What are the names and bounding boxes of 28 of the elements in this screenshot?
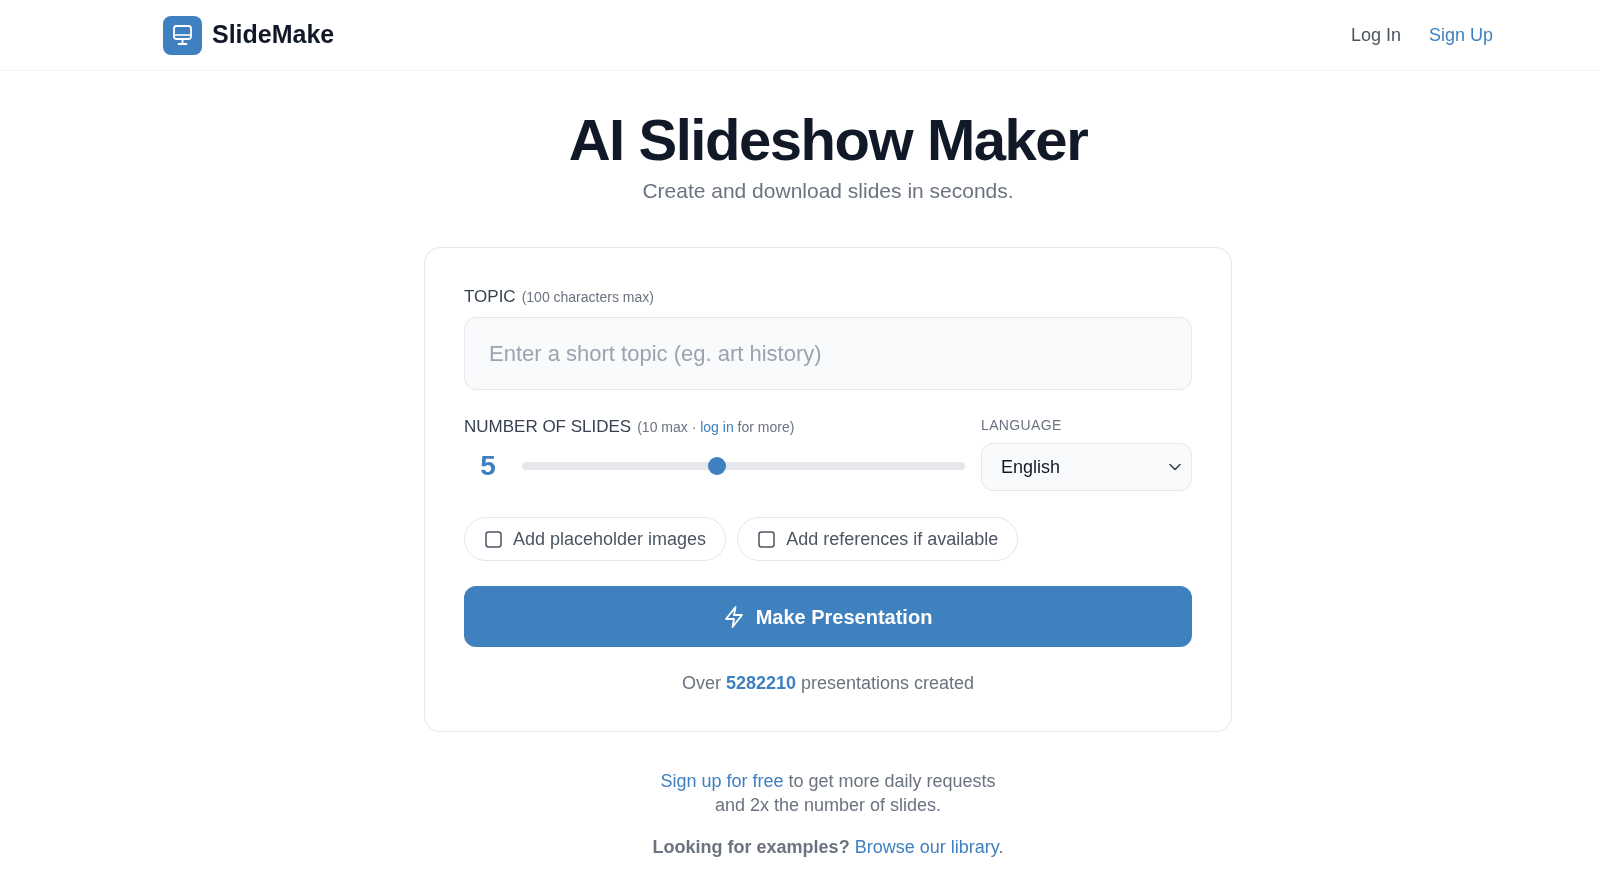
lightning-icon	[723, 605, 744, 628]
page-title: AI Slideshow Maker	[568, 111, 1088, 169]
library-link[interactable]: Browse our library	[854, 837, 999, 857]
signup-link[interactable]: Sign up for free	[660, 771, 784, 791]
language-label: LANGUAGE	[981, 416, 1063, 435]
topic-hint: (100 characters max)	[521, 288, 654, 307]
slides-label: NUMBER OF SLIDES	[464, 416, 632, 438]
make-presentation-button[interactable]: Make Presentation	[464, 586, 1192, 647]
slider-thumb[interactable]	[707, 457, 726, 475]
nav-link[interactable]: Log In	[1350, 21, 1401, 49]
slides-count: 5	[479, 449, 497, 483]
topic-label: TOPIC	[464, 286, 516, 308]
option-chip[interactable]: Add placeholder images	[464, 517, 727, 561]
logo-text[interactable]: SlideMake	[212, 16, 335, 54]
signup-promo-text: Sign up for free to get more daily requests and 2x the number of slides.	[659, 770, 997, 817]
chevron-down-icon	[1169, 463, 1181, 471]
page-subtitle: Create and download slides in seconds.	[642, 178, 1014, 204]
slides-hint: (10 max · log in for more)	[637, 418, 795, 437]
monitor-logo-icon	[163, 15, 202, 55]
checkbox-icon[interactable]	[758, 530, 776, 548]
login-link[interactable]: log in	[700, 419, 734, 435]
nav-link[interactable]: Sign Up	[1428, 21, 1493, 49]
checkbox-icon[interactable]	[485, 530, 502, 548]
presentations-count-text: Over 5282210 presentations created	[680, 672, 976, 695]
language-select[interactable]: English	[981, 443, 1192, 491]
topic-input-field[interactable]: Enter a short topic (eg. art history)	[464, 317, 1192, 390]
option-chip[interactable]: Add references if available	[737, 517, 1019, 561]
examples-text: Looking for examples? Browse our library.	[652, 836, 1004, 859]
